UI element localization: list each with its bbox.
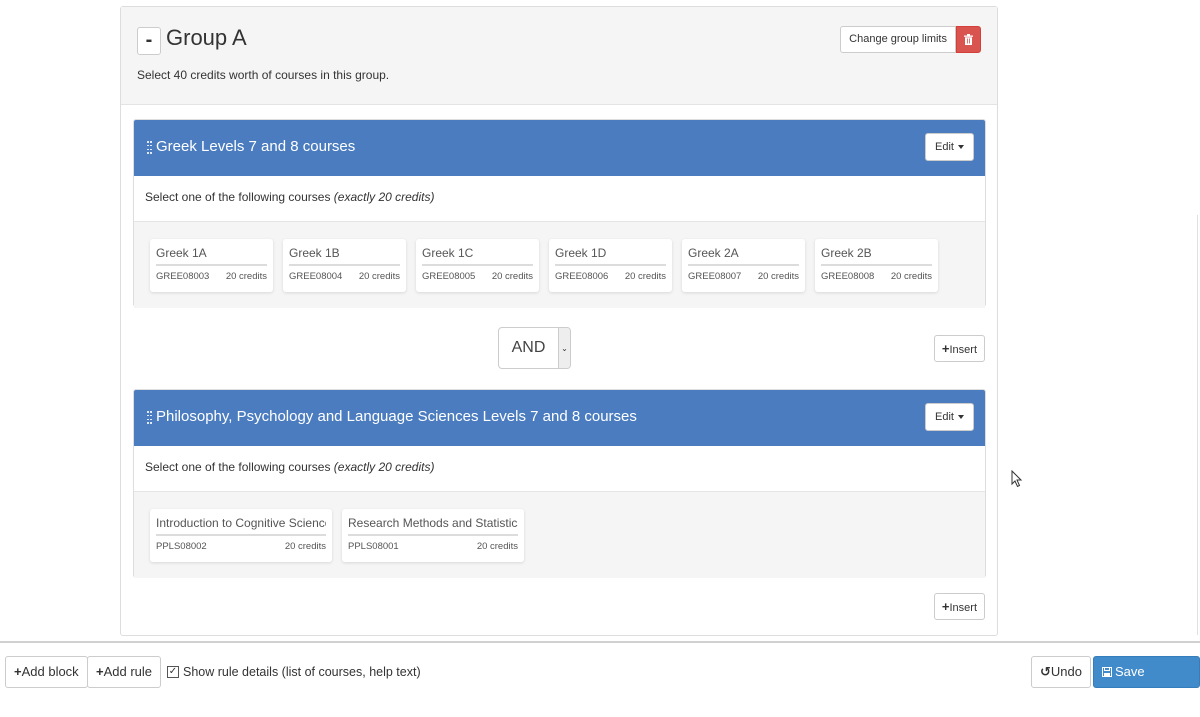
delete-group-button[interactable] [956, 26, 981, 53]
course-name: Introduction to Cognitive Science [156, 516, 326, 536]
rule-block: Greek Levels 7 and 8 courses Edit Select… [133, 119, 986, 308]
scroll-divider [1197, 215, 1198, 635]
edit-label: Edit [935, 411, 954, 423]
course-list: Introduction to Cognitive Science PPLS08… [134, 492, 985, 578]
course-credits: 20 credits [284, 541, 326, 552]
course-name: Greek 2A [688, 246, 799, 266]
instruction-note: (exactly 20 credits) [333, 190, 435, 204]
course-card[interactable]: Introduction to Cognitive Science PPLS08… [150, 509, 332, 562]
undo-label: Undo [1050, 664, 1082, 679]
course-list: Greek 1A GREE08003 20 credits Greek 1B GR… [134, 222, 985, 308]
block-instruction: Select one of the following courses (exa… [134, 446, 985, 492]
edit-label: Edit [935, 141, 954, 153]
floppy-disk-icon [1102, 667, 1112, 677]
caret-down-icon [958, 145, 964, 150]
trash-icon [964, 34, 973, 45]
footer-toolbar: +Add block +Add rule ✓ Show rule details… [0, 641, 1200, 709]
undo-button[interactable]: ↺Undo [1031, 656, 1091, 688]
course-card[interactable]: Greek 1A GREE08003 20 credits [150, 239, 273, 292]
add-block-label: Add block [21, 664, 79, 679]
block-title: Philosophy, Psychology and Language Scie… [156, 408, 637, 425]
course-code: GREE08008 [821, 271, 875, 282]
course-code: GREE08005 [422, 271, 476, 282]
course-code: GREE08004 [289, 271, 343, 282]
course-card[interactable]: Greek 2A GREE08007 20 credits [682, 239, 805, 292]
drag-handle-icon[interactable] [147, 411, 152, 425]
block-instruction: Select one of the following courses (exa… [134, 176, 985, 222]
edit-dropdown-button[interactable]: Edit [925, 133, 974, 161]
operator-value: AND [511, 339, 546, 356]
course-card[interactable]: Greek 1B GREE08004 20 credits [283, 239, 406, 292]
course-credits: 20 credits [757, 271, 799, 282]
change-group-limits-button[interactable]: Change group limits [840, 26, 956, 53]
group-actions: Change group limits [840, 26, 981, 53]
mouse-cursor-icon [1011, 470, 1023, 488]
plus-icon: + [14, 664, 22, 679]
drag-handle-icon[interactable] [147, 141, 152, 155]
group-description: Select 40 credits worth of courses in th… [137, 68, 390, 82]
course-card[interactable]: Greek 1C GREE08005 20 credits [416, 239, 539, 292]
course-card[interactable]: Greek 2B GREE08008 20 credits [815, 239, 938, 292]
operator-select[interactable]: AND ⌄ [498, 327, 571, 369]
course-name: Greek 1B [289, 246, 400, 266]
undo-icon: ↺ [1040, 664, 1051, 679]
course-name: Greek 1D [555, 246, 666, 266]
instruction-text: Select one of the following courses [145, 190, 334, 204]
insert-button[interactable]: +Insert [933, 593, 985, 620]
course-card[interactable]: Greek 1D GREE08006 20 credits [549, 239, 672, 292]
group-header: - Group A Select 40 credits worth of cou… [121, 7, 997, 105]
block-header: Greek Levels 7 and 8 courses Edit [134, 120, 985, 176]
group-title: Group A [166, 25, 247, 50]
course-code: GREE08003 [156, 271, 210, 282]
show-details-checkbox[interactable]: ✓ [167, 666, 179, 678]
caret-down-icon [958, 415, 964, 420]
chevron-down-icon: ⌄ [558, 328, 570, 368]
course-credits: 20 credits [624, 271, 666, 282]
course-name: Research Methods and Statistics [348, 516, 518, 536]
course-card[interactable]: Research Methods and Statistics PPLS0800… [342, 509, 524, 562]
save-changes-button[interactable]: Save changes [1093, 656, 1200, 709]
course-name: Greek 2B [821, 246, 932, 266]
course-code: GREE08006 [555, 271, 609, 282]
course-credits: 20 credits [890, 271, 932, 282]
course-code: PPLS08002 [156, 541, 207, 552]
instruction-text: Select one of the following courses [145, 460, 334, 474]
rule-block: Philosophy, Psychology and Language Scie… [133, 389, 986, 578]
block-header: Philosophy, Psychology and Language Scie… [134, 390, 985, 446]
course-code: PPLS08001 [348, 541, 399, 552]
course-credits: 20 credits [476, 541, 518, 552]
course-credits: 20 credits [358, 271, 400, 282]
add-block-button[interactable]: +Add block [5, 656, 88, 688]
course-name: Greek 1C [422, 246, 533, 266]
course-name: Greek 1A [156, 246, 267, 266]
add-rule-button[interactable]: +Add rule [87, 656, 162, 688]
plus-icon: + [96, 664, 104, 679]
insert-button[interactable]: +Insert [933, 335, 985, 362]
course-code: GREE08007 [688, 271, 742, 282]
insert-label: Insert [949, 344, 977, 356]
edit-dropdown-button[interactable]: Edit [925, 403, 974, 431]
collapse-group-button[interactable]: - [137, 27, 161, 55]
course-credits: 20 credits [225, 271, 267, 282]
show-details-label: Show rule details (list of courses, help… [183, 665, 421, 679]
group-panel: - Group A Select 40 credits worth of cou… [120, 6, 998, 636]
instruction-note: (exactly 20 credits) [333, 460, 435, 474]
course-credits: 20 credits [491, 271, 533, 282]
block-title: Greek Levels 7 and 8 courses [156, 138, 356, 155]
insert-label: Insert [949, 602, 977, 614]
show-rule-details-toggle[interactable]: ✓ Show rule details (list of courses, he… [167, 665, 421, 679]
add-rule-label: Add rule [103, 664, 153, 679]
